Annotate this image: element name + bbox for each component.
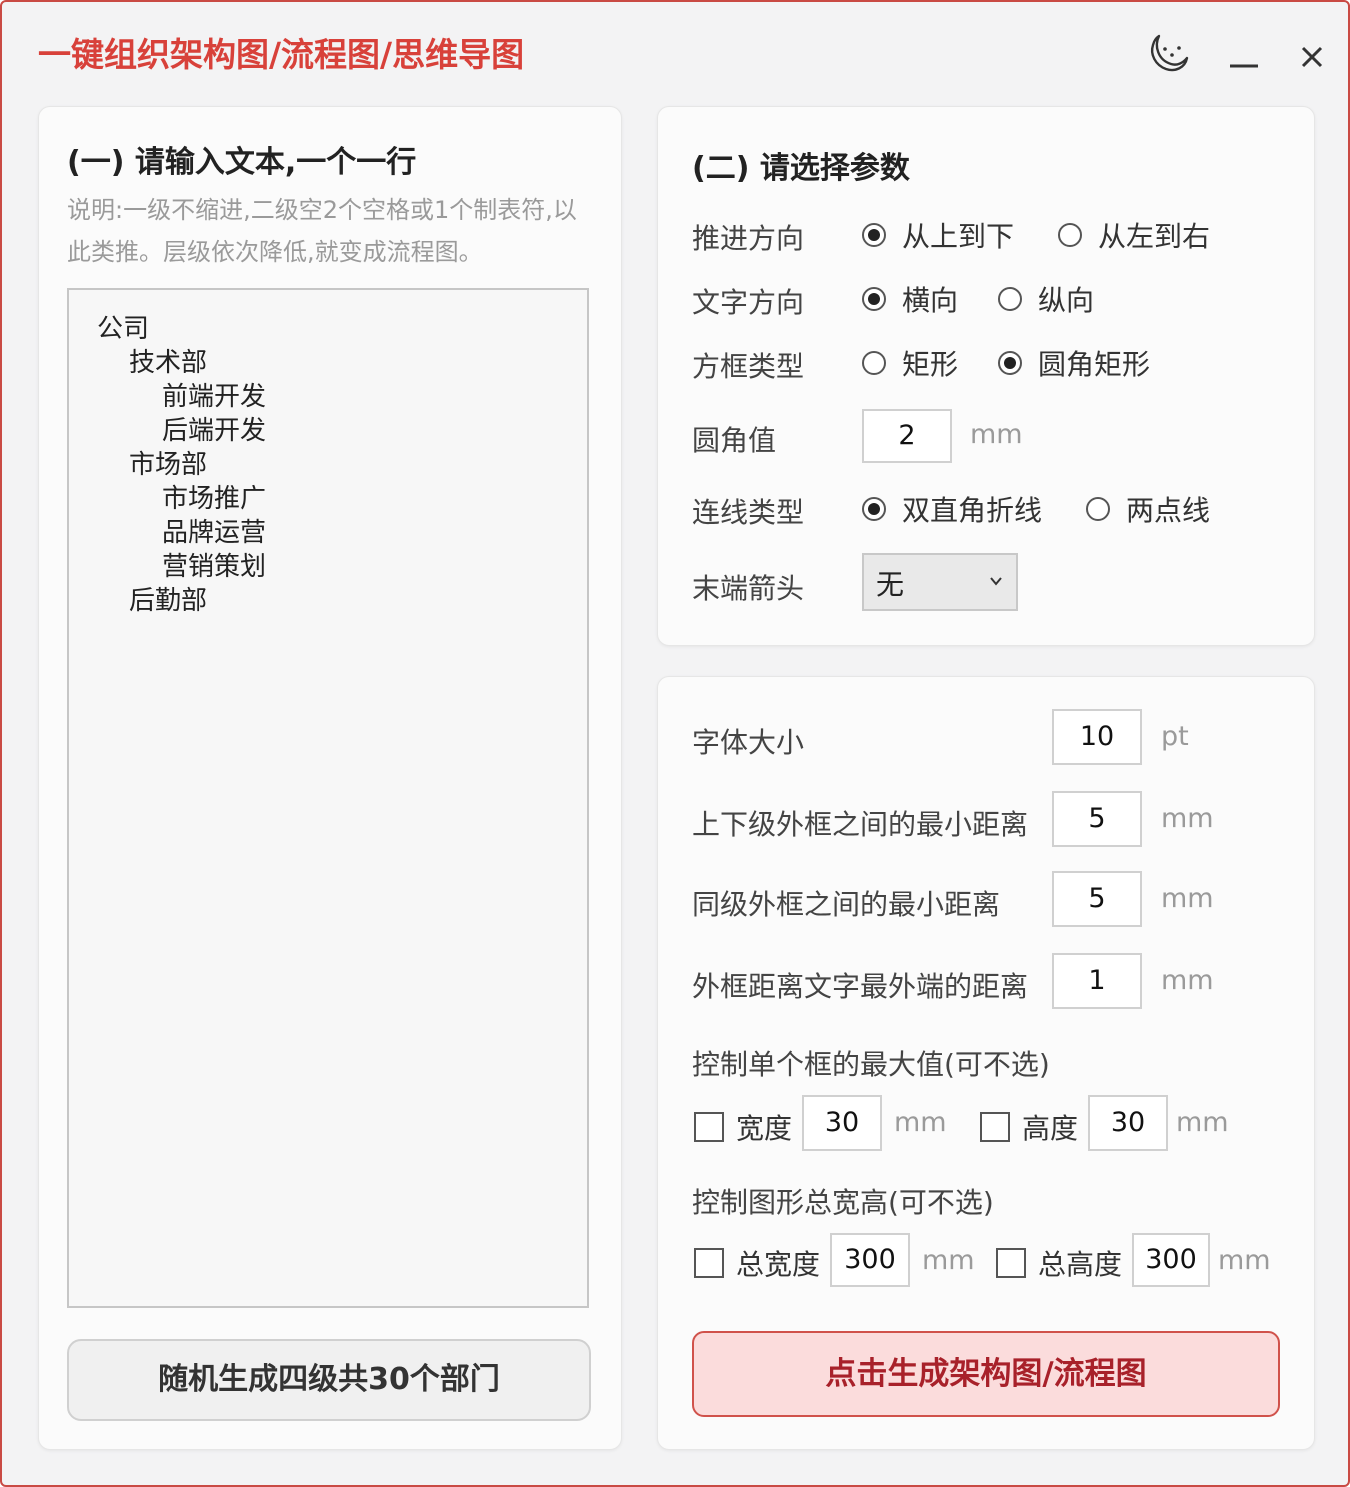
app-title: 一键组织架构图/流程图/思维导图 (38, 35, 525, 74)
theme-toggle-button[interactable] (1145, 28, 1191, 74)
params-panel: (二) 请选择参数 推进方向 从上到下 从左到右 文字方向 横向 纵向 方框类型… (657, 106, 1315, 646)
box-type-label: 方框类型 (692, 350, 805, 383)
vertical-gap-label: 上下级外框之间的最小距离 (692, 808, 1029, 841)
chevron-down-icon (990, 577, 1002, 586)
font-size-input[interactable]: 10 (1052, 709, 1142, 765)
padding-input[interactable]: 1 (1052, 953, 1142, 1009)
close-button[interactable] (1292, 40, 1332, 80)
input-section-title: (一) 请输入文本,一个一行 (67, 145, 417, 180)
box-rounded-radio[interactable]: 圆角矩形 (998, 343, 1150, 383)
line-straight-radio[interactable]: 两点线 (1086, 489, 1210, 529)
max-width-input[interactable]: 30 (802, 1095, 882, 1151)
corner-unit: mm (970, 419, 1023, 450)
total-height-unit: mm (1218, 1245, 1271, 1276)
minimize-button[interactable] (1224, 42, 1264, 82)
text-line: 技术部 (129, 348, 208, 378)
text-line: 公司 (97, 314, 150, 344)
corner-radius-input[interactable]: 2 (862, 409, 952, 463)
params-section-title: (二) 请选择参数 (692, 151, 910, 186)
title-bar: 一键组织架构图/流程图/思维导图 (2, 2, 1348, 102)
arrow-selected-value: 无 (876, 568, 905, 601)
line-type-label: 连线类型 (692, 496, 805, 529)
direction-label: 推进方向 (692, 222, 805, 255)
max-height-checkbox[interactable]: 高度 (980, 1107, 1078, 1147)
minimize-icon (1230, 64, 1258, 68)
total-width-unit: mm (922, 1245, 975, 1276)
max-width-checkbox[interactable]: 宽度 (694, 1107, 792, 1147)
text-line: 市场推广 (162, 484, 267, 514)
font-size-unit: pt (1161, 721, 1189, 752)
total-height-input[interactable]: 300 (1132, 1233, 1210, 1287)
text-vertical-radio[interactable]: 纵向 (998, 279, 1094, 319)
direction-left-right-radio[interactable]: 从左到右 (1058, 215, 1210, 255)
max-height-input[interactable]: 30 (1088, 1095, 1168, 1151)
total-width-input[interactable]: 300 (830, 1233, 910, 1287)
direction-top-down-radio[interactable]: 从上到下 (862, 215, 1014, 255)
text-line: 品牌运营 (162, 518, 267, 548)
padding-label: 外框距离文字最外端的距离 (692, 970, 1029, 1003)
sibling-gap-label: 同级外框之间的最小距离 (692, 888, 1001, 921)
text-line: 后勤部 (129, 586, 208, 616)
text-line: 后端开发 (162, 416, 267, 446)
arrow-label: 末端箭头 (692, 572, 805, 605)
vertical-gap-input[interactable]: 5 (1052, 791, 1142, 847)
text-horizontal-radio[interactable]: 横向 (862, 279, 958, 319)
padding-unit: mm (1161, 965, 1214, 996)
total-size-label: 控制图形总宽高(可不选) (692, 1186, 994, 1219)
random-generate-button[interactable]: 随机生成四级共30个部门 (67, 1339, 591, 1421)
max-box-label: 控制单个框的最大值(可不选) (692, 1048, 1050, 1081)
total-height-checkbox[interactable]: 总高度 (996, 1243, 1122, 1283)
sibling-gap-input[interactable]: 5 (1052, 871, 1142, 927)
arrow-select[interactable]: 无 (862, 553, 1018, 611)
text-input-panel: (一) 请输入文本,一个一行 说明:一级不缩进,二级空2个空格或1个制表符,以此… (38, 106, 622, 1450)
close-icon (1301, 46, 1323, 68)
max-height-unit: mm (1176, 1107, 1229, 1138)
text-line: 市场部 (129, 450, 208, 480)
generate-chart-button[interactable]: 点击生成架构图/流程图 (692, 1331, 1280, 1417)
sibling-gap-unit: mm (1161, 883, 1214, 914)
max-width-unit: mm (894, 1107, 947, 1138)
total-width-checkbox[interactable]: 总宽度 (694, 1243, 820, 1283)
box-rect-radio[interactable]: 矩形 (862, 343, 958, 383)
text-line: 营销策划 (162, 552, 267, 582)
corner-label: 圆角值 (692, 424, 777, 457)
vertical-gap-unit: mm (1161, 803, 1214, 834)
input-instructions: 说明:一级不缩进,二级空2个空格或1个制表符,以此类推。层级依次降低,就变成流程… (67, 196, 577, 266)
line-elbow-radio[interactable]: 双直角折线 (862, 489, 1042, 529)
text-direction-label: 文字方向 (692, 286, 805, 319)
app-window: 一键组织架构图/流程图/思维导图 (一) 请输入文本,一个一行 说明:一级不缩进… (0, 0, 1350, 1487)
moon-icon (1151, 34, 1189, 72)
font-size-label: 字体大小 (692, 726, 805, 759)
size-panel: 字体大小 10 pt 上下级外框之间的最小距离 5 mm 同级外框之间的最小距离… (657, 676, 1315, 1450)
text-line: 前端开发 (162, 382, 267, 412)
structure-text-input[interactable]: 公司 技术部 前端开发 后端开发 市场部 市场推广 品牌运营 营销策划 后勤部 (67, 288, 589, 1308)
